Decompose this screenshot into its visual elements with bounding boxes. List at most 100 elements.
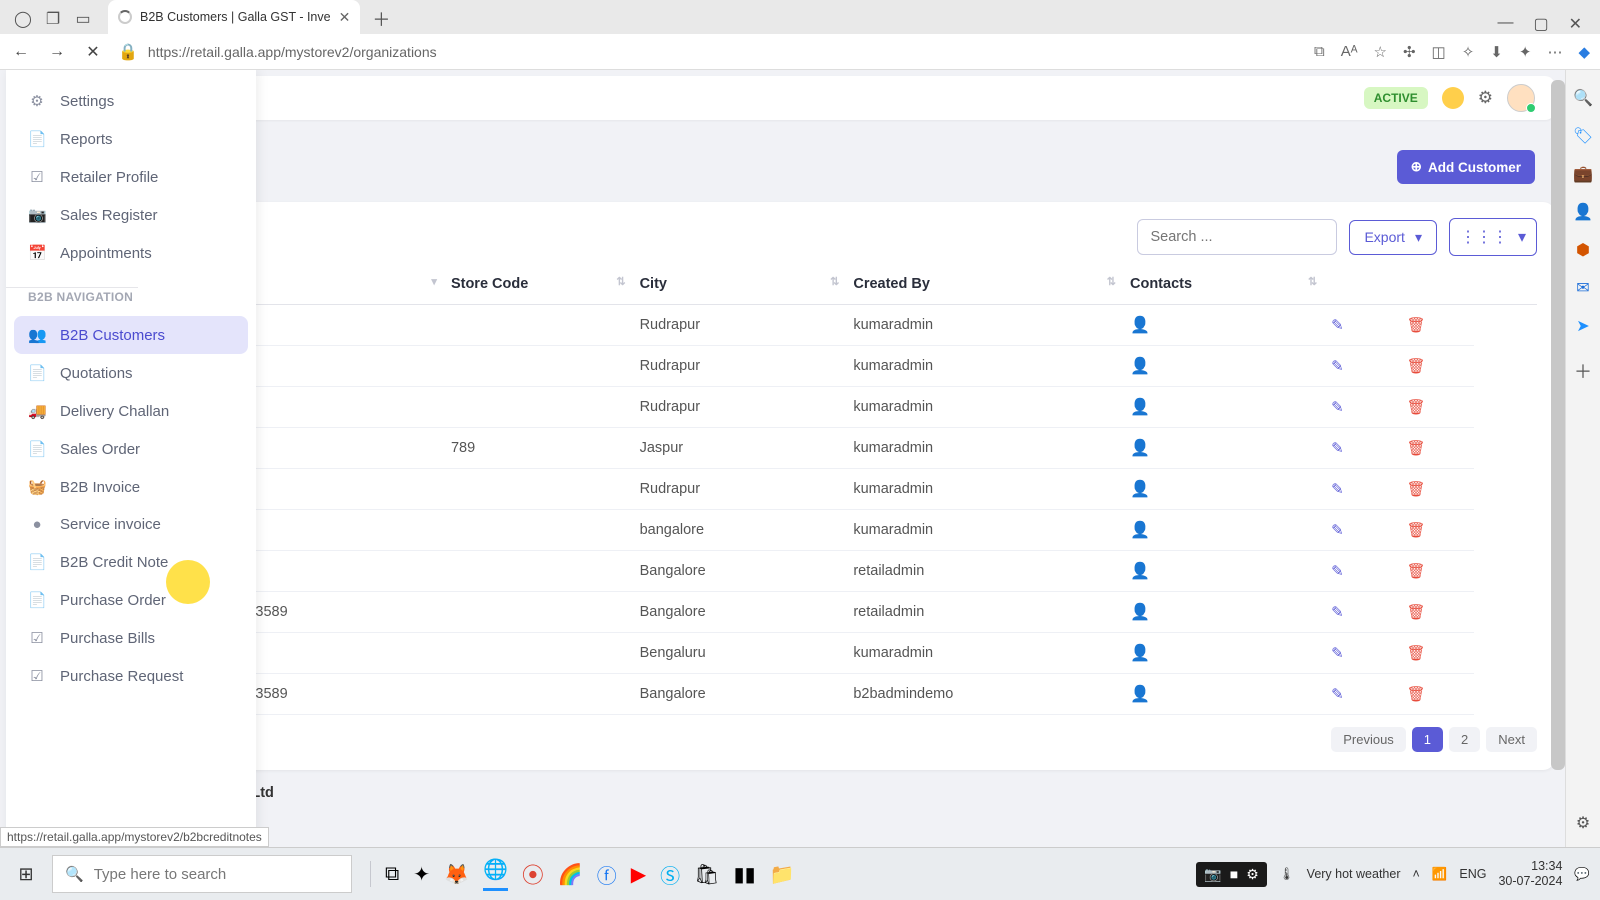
downloads-icon[interactable]: ⬇ xyxy=(1490,43,1503,61)
youtube-icon[interactable]: ▶ xyxy=(631,862,646,887)
wifi-icon[interactable]: 📶 xyxy=(1432,867,1448,882)
export-button[interactable]: Export ▾ xyxy=(1349,220,1437,255)
firefox-icon[interactable]: 🦊 xyxy=(444,862,469,887)
store-icon[interactable]: 🛍 xyxy=(694,862,719,887)
collections-icon[interactable]: ✧ xyxy=(1462,43,1475,61)
sidebar-item-b2b-invoice[interactable]: 🧺B2B Invoice xyxy=(14,468,248,506)
cell-delete[interactable]: 🗑 xyxy=(1399,674,1474,715)
close-window-icon[interactable]: ✕ xyxy=(1569,14,1582,34)
cell-edit[interactable]: ✎ xyxy=(1323,346,1398,387)
sidebar-item-appointments[interactable]: 📅Appointments xyxy=(14,234,248,272)
add-tool-icon[interactable]: ＋ xyxy=(1574,358,1592,384)
cell-edit[interactable]: ✎ xyxy=(1323,633,1398,674)
column-header[interactable]: Store Code⇅ xyxy=(443,264,632,305)
address-bar[interactable]: 🔒 https://retail.galla.app/mystorev2/org… xyxy=(118,42,1300,62)
lang-indicator[interactable]: ENG xyxy=(1459,867,1486,881)
favorite-icon[interactable]: ☆ xyxy=(1374,43,1387,61)
workspaces-icon[interactable]: ❐ xyxy=(38,4,68,34)
tray-expand-icon[interactable]: ˄ xyxy=(1412,867,1419,881)
taskbar-search[interactable]: 🔍 Type here to search xyxy=(52,855,352,893)
cell-edit[interactable]: ✎ xyxy=(1323,510,1398,551)
cell-edit[interactable]: ✎ xyxy=(1323,387,1398,428)
add-customer-button[interactable]: ⊕ Add Customer xyxy=(1397,150,1535,184)
clock[interactable]: 13:34 30-07-2024 xyxy=(1498,859,1562,889)
sidebar-item-b2b-customers[interactable]: 👥B2B Customers xyxy=(14,316,248,354)
column-header[interactable]: Created By⇅ xyxy=(845,264,1122,305)
skype-icon[interactable]: Ⓢ xyxy=(660,860,680,889)
split-icon[interactable]: ◫ xyxy=(1432,43,1446,61)
games-icon[interactable]: 👤 xyxy=(1573,202,1593,222)
cell-edit[interactable]: ✎ xyxy=(1323,428,1398,469)
sidebar-item-purchase-request[interactable]: ☑Purchase Request xyxy=(14,657,248,695)
column-header[interactable]: Contacts⇅ xyxy=(1122,264,1323,305)
edge-settings-icon[interactable]: ⚙ xyxy=(1576,813,1590,833)
new-tab-button[interactable]: ＋ xyxy=(366,4,396,34)
sidebar-item-settings[interactable]: ⚙Settings xyxy=(14,82,248,120)
cell-edit[interactable]: ✎ xyxy=(1323,469,1398,510)
maximize-icon[interactable]: ▢ xyxy=(1533,14,1548,34)
start-button[interactable]: ⊞ xyxy=(0,848,52,900)
forward-icon[interactable]: → xyxy=(46,43,68,61)
explorer-icon[interactable]: 📁 xyxy=(770,862,795,887)
shopping-icon[interactable]: 🏷 xyxy=(1573,126,1593,146)
facebook-icon[interactable]: ⓕ xyxy=(597,860,617,889)
cell-edit[interactable]: ✎ xyxy=(1323,592,1398,633)
cell-contacts[interactable]: 👤 xyxy=(1122,510,1323,551)
avatar[interactable] xyxy=(1507,84,1535,112)
weather-text[interactable]: Very hot weather xyxy=(1307,867,1401,881)
sidebar-item-retailer-profile[interactable]: ☑Retailer Profile xyxy=(14,158,248,196)
office-icon[interactable]: ⬢ xyxy=(1576,240,1590,260)
notifications-icon[interactable]: 💬 xyxy=(1574,867,1590,882)
profile-icon[interactable]: ◯ xyxy=(8,4,38,34)
tab-actions-icon[interactable]: ▭ xyxy=(68,4,98,34)
column-header[interactable]: City⇅ xyxy=(632,264,846,305)
copilot-task-icon[interactable]: ✦ xyxy=(413,862,430,887)
taskview-icon[interactable]: ⧉ xyxy=(385,863,399,886)
cell-delete[interactable]: 🗑 xyxy=(1399,387,1474,428)
record-icon[interactable]: ⦿ xyxy=(522,858,544,890)
open-external-icon[interactable]: ⧉ xyxy=(1314,43,1325,60)
tools-icon[interactable]: 💼 xyxy=(1573,164,1593,184)
cell-contacts[interactable]: 👤 xyxy=(1122,305,1323,346)
pager-next[interactable]: Next xyxy=(1486,727,1537,752)
copilot-icon[interactable]: ✦ xyxy=(1519,43,1532,61)
outlook-icon[interactable]: ✉ xyxy=(1576,278,1589,298)
cell-contacts[interactable]: 👤 xyxy=(1122,633,1323,674)
minimize-icon[interactable]: — xyxy=(1497,14,1513,34)
cell-contacts[interactable]: 👤 xyxy=(1122,346,1323,387)
pager-page-1[interactable]: 1 xyxy=(1412,727,1443,752)
cell-contacts[interactable]: 👤 xyxy=(1122,674,1323,715)
recording-toolbar[interactable]: 📷 ■ ⚙ xyxy=(1196,862,1266,887)
cell-edit[interactable]: ✎ xyxy=(1323,551,1398,592)
sidebar-item-sales-register[interactable]: 📷Sales Register xyxy=(14,196,248,234)
extensions-icon[interactable]: ✣ xyxy=(1403,43,1416,61)
stop-icon[interactable]: ✕ xyxy=(82,42,104,62)
cell-delete[interactable]: 🗑 xyxy=(1399,633,1474,674)
pager-prev[interactable]: Previous xyxy=(1331,727,1406,752)
cell-contacts[interactable]: 👤 xyxy=(1122,469,1323,510)
send-icon[interactable]: ➤ xyxy=(1576,316,1589,336)
sidebar-item-reports[interactable]: 📄Reports xyxy=(14,120,248,158)
read-aloud-icon[interactable]: Aᴬ xyxy=(1341,43,1358,60)
cell-delete[interactable]: 🗑 xyxy=(1399,510,1474,551)
settings-icon[interactable]: ⚙ xyxy=(1478,88,1493,108)
sidebar-item-delivery-challan[interactable]: 🚚Delivery Challan xyxy=(14,392,248,430)
browser-tab[interactable]: B2B Customers | Galla GST - Inve ✕ xyxy=(108,0,360,34)
scrollbar-thumb[interactable] xyxy=(1551,80,1565,770)
coin-icon[interactable] xyxy=(1442,87,1464,109)
sidebar-item-service-invoice[interactable]: ●Service invoice xyxy=(14,506,248,543)
sidebar-item-sales-order[interactable]: 📄Sales Order xyxy=(14,430,248,468)
edge-icon[interactable]: 🌐 xyxy=(483,857,508,891)
cell-delete[interactable]: 🗑 xyxy=(1399,551,1474,592)
cell-delete[interactable]: 🗑 xyxy=(1399,346,1474,387)
cell-contacts[interactable]: 👤 xyxy=(1122,428,1323,469)
sidebar-item-quotations[interactable]: 📄Quotations xyxy=(14,354,248,392)
close-tab-icon[interactable]: ✕ xyxy=(339,9,351,26)
app1-icon[interactable]: ▮▮ xyxy=(734,862,756,887)
copilot2-icon[interactable]: ◆ xyxy=(1578,43,1590,61)
cell-edit[interactable]: ✎ xyxy=(1323,305,1398,346)
pager-page-2[interactable]: 2 xyxy=(1449,727,1480,752)
cell-delete[interactable]: 🗑 xyxy=(1399,469,1474,510)
cell-delete[interactable]: 🗑 xyxy=(1399,428,1474,469)
search-icon[interactable]: 🔍 xyxy=(1573,88,1593,108)
